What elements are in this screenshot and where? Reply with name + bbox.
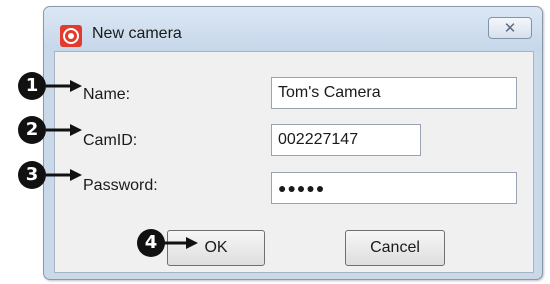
cancel-button[interactable]: Cancel [345, 230, 445, 266]
password-input[interactable]: ●●●●● [271, 172, 517, 204]
name-label: Name: [83, 86, 131, 103]
close-icon: ✕ [503, 19, 517, 37]
dialog-body: Name: Tom's Camera CamID: 002227147 Pass… [54, 51, 534, 273]
callout-arrow-2 [46, 124, 82, 136]
window-title: New camera [92, 25, 182, 42]
camid-input[interactable]: 002227147 [271, 124, 421, 156]
name-input[interactable]: Tom's Camera [271, 77, 517, 109]
title-bar[interactable]: New camera ✕ [44, 7, 542, 51]
callout-badge-1: 1 [18, 72, 46, 100]
callout-badge-3: 3 [18, 161, 46, 189]
callout-arrow-3 [46, 169, 82, 181]
camid-label: CamID: [83, 132, 138, 149]
callout-badge-4: 4 [137, 229, 165, 257]
camera-app-icon [60, 25, 82, 47]
camera-app-icon-dot [68, 33, 74, 39]
callout-badge-2: 2 [18, 116, 46, 144]
callout-arrow-1 [46, 80, 82, 92]
password-label: Password: [83, 177, 158, 194]
close-button[interactable]: ✕ [488, 17, 532, 39]
ok-button-label: OK [204, 239, 228, 256]
callout-arrow-4 [164, 237, 198, 249]
new-camera-dialog: New camera ✕ Name: Tom's Camera CamID: 0… [43, 6, 543, 280]
cancel-button-label: Cancel [370, 239, 420, 256]
